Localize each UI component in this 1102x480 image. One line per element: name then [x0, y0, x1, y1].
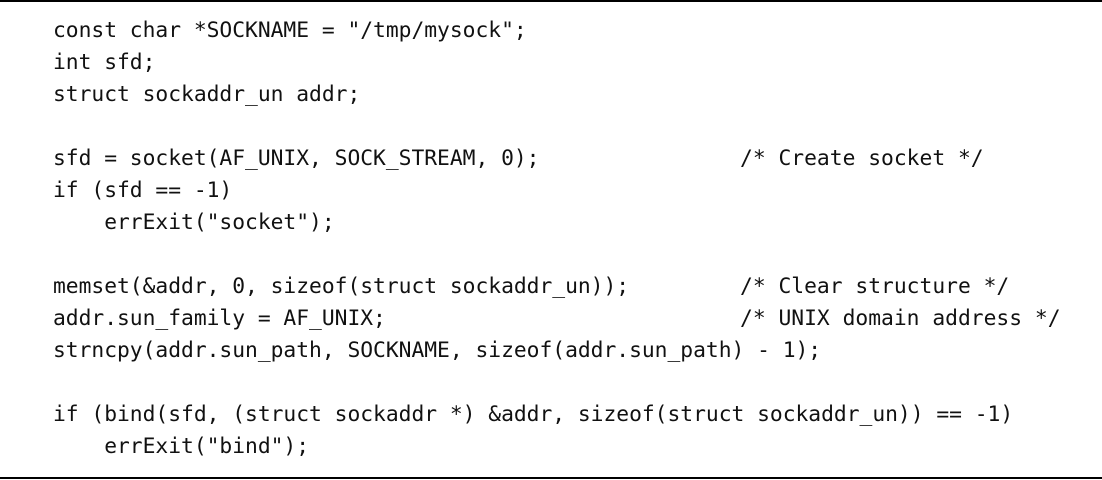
code-comment: /* Clear structure */ [740, 274, 1010, 299]
code-text: errExit("socket"); [53, 210, 335, 235]
code-comment: /* UNIX domain address */ [740, 306, 1061, 331]
code-line: addr.sun_family = AF_UNIX; /* UNIX domain… [53, 303, 1093, 335]
code-line: if (sfd == -1) [53, 175, 1093, 207]
code-text: sfd = socket(AF_UNIX, SOCK_STREAM, 0); [53, 146, 540, 171]
code-line: int sfd; [53, 47, 1093, 79]
code-line: const char *SOCKNAME = "/tmp/mysock"; [53, 15, 1093, 47]
code-line: memset(&addr, 0, sizeof(struct sockaddr_… [53, 271, 1093, 303]
code-text: errExit("bind"); [53, 434, 310, 459]
code-text: strncpy(addr.sun_path, SOCKNAME, sizeof(… [53, 338, 822, 363]
code-listing: const char *SOCKNAME = "/tmp/mysock"; int… [53, 15, 1093, 463]
code-line: strncpy(addr.sun_path, SOCKNAME, sizeof(… [53, 335, 1093, 367]
code-comment: /* Create socket */ [740, 146, 984, 171]
code-text: if (bind(sfd, (struct sockaddr *) &addr,… [53, 402, 1014, 427]
code-line: sfd = socket(AF_UNIX, SOCK_STREAM, 0); /*… [53, 143, 1093, 175]
code-line: struct sockaddr_un addr; [53, 79, 1093, 111]
code-line: errExit("socket"); [53, 207, 1093, 239]
code-text: addr.sun_family = AF_UNIX; [53, 306, 386, 331]
code-text: const char *SOCKNAME = "/tmp/mysock"; [53, 18, 527, 43]
bottom-rule [0, 477, 1102, 479]
code-line: if (bind(sfd, (struct sockaddr *) &addr,… [53, 399, 1093, 431]
top-rule [0, 0, 1102, 2]
code-text: if (sfd == -1) [53, 178, 233, 203]
code-text: memset(&addr, 0, sizeof(struct sockaddr_… [53, 274, 630, 299]
code-text: struct sockaddr_un addr; [53, 82, 361, 107]
code-text: int sfd; [53, 50, 156, 75]
code-line: errExit("bind"); [53, 431, 1093, 463]
